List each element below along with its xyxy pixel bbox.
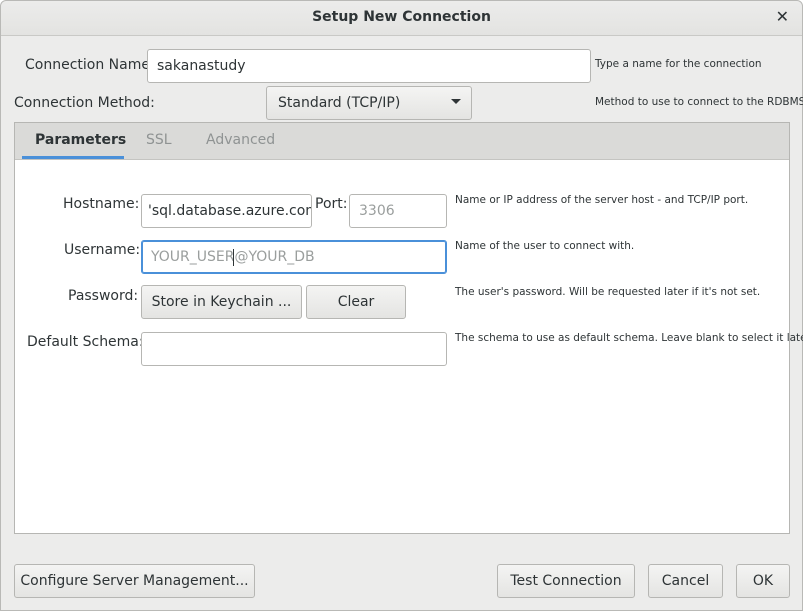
connection-name-input[interactable]: sakanastudy [147,49,591,83]
connection-name-hint: Type a name for the connection [595,58,762,70]
username-input[interactable]: YOUR_USER@YOUR_DB [141,240,447,274]
configure-server-management-button[interactable]: Configure Server Management... [14,564,255,598]
port-input[interactable]: 3306 [349,194,447,228]
hostname-input[interactable]: 'sql.database.azure.com [141,194,312,228]
connection-method-dropdown[interactable]: Standard (TCP/IP) [266,86,472,120]
text-cursor [233,249,234,266]
tab-panel: Parameters SSL Advanced Hostname: 'sql.d… [14,122,803,534]
ok-button[interactable]: OK [736,564,790,598]
connection-method-label: Connection Method: [14,95,155,111]
hostname-hint: Name or IP address of the server host - … [455,194,749,206]
username-hint: Name of the user to connect with. [455,240,635,252]
active-tab-indicator [22,156,124,159]
password-label: Password: [68,288,139,304]
tab-advanced[interactable]: Advanced [206,132,275,148]
hostname-label: Hostname: [63,196,140,212]
store-in-keychain-button[interactable]: Store in Keychain ... [141,285,302,319]
title-bar[interactable]: Setup New Connection ✕ [1,1,802,36]
tab-parameters[interactable]: Parameters [35,132,126,148]
dialog-content: Connection Name: sakanastudy Type a name… [1,36,803,610]
port-label: Port: [315,196,348,212]
username-label: Username: [64,242,141,258]
connection-method-value: Standard (TCP/IP) [278,95,401,111]
close-icon[interactable]: ✕ [776,7,789,26]
tab-ssl[interactable]: SSL [146,132,172,148]
dialog-title: Setup New Connection [312,9,491,25]
tab-bar: Parameters SSL Advanced [15,123,789,160]
password-hint: The user's password. Will be requested l… [455,286,761,298]
test-connection-button[interactable]: Test Connection [497,564,635,598]
setup-connection-dialog: Setup New Connection ✕ Connection Name: … [0,0,803,611]
default-schema-input[interactable] [141,332,447,366]
connection-name-label: Connection Name: [25,57,155,73]
connection-method-hint: Method to use to connect to the RDBMS [595,96,803,108]
default-schema-label: Default Schema: [27,334,144,350]
chevron-down-icon [451,99,461,104]
clear-password-button[interactable]: Clear [306,285,406,319]
default-schema-hint: The schema to use as default schema. Lea… [455,332,803,344]
cancel-button[interactable]: Cancel [648,564,723,598]
